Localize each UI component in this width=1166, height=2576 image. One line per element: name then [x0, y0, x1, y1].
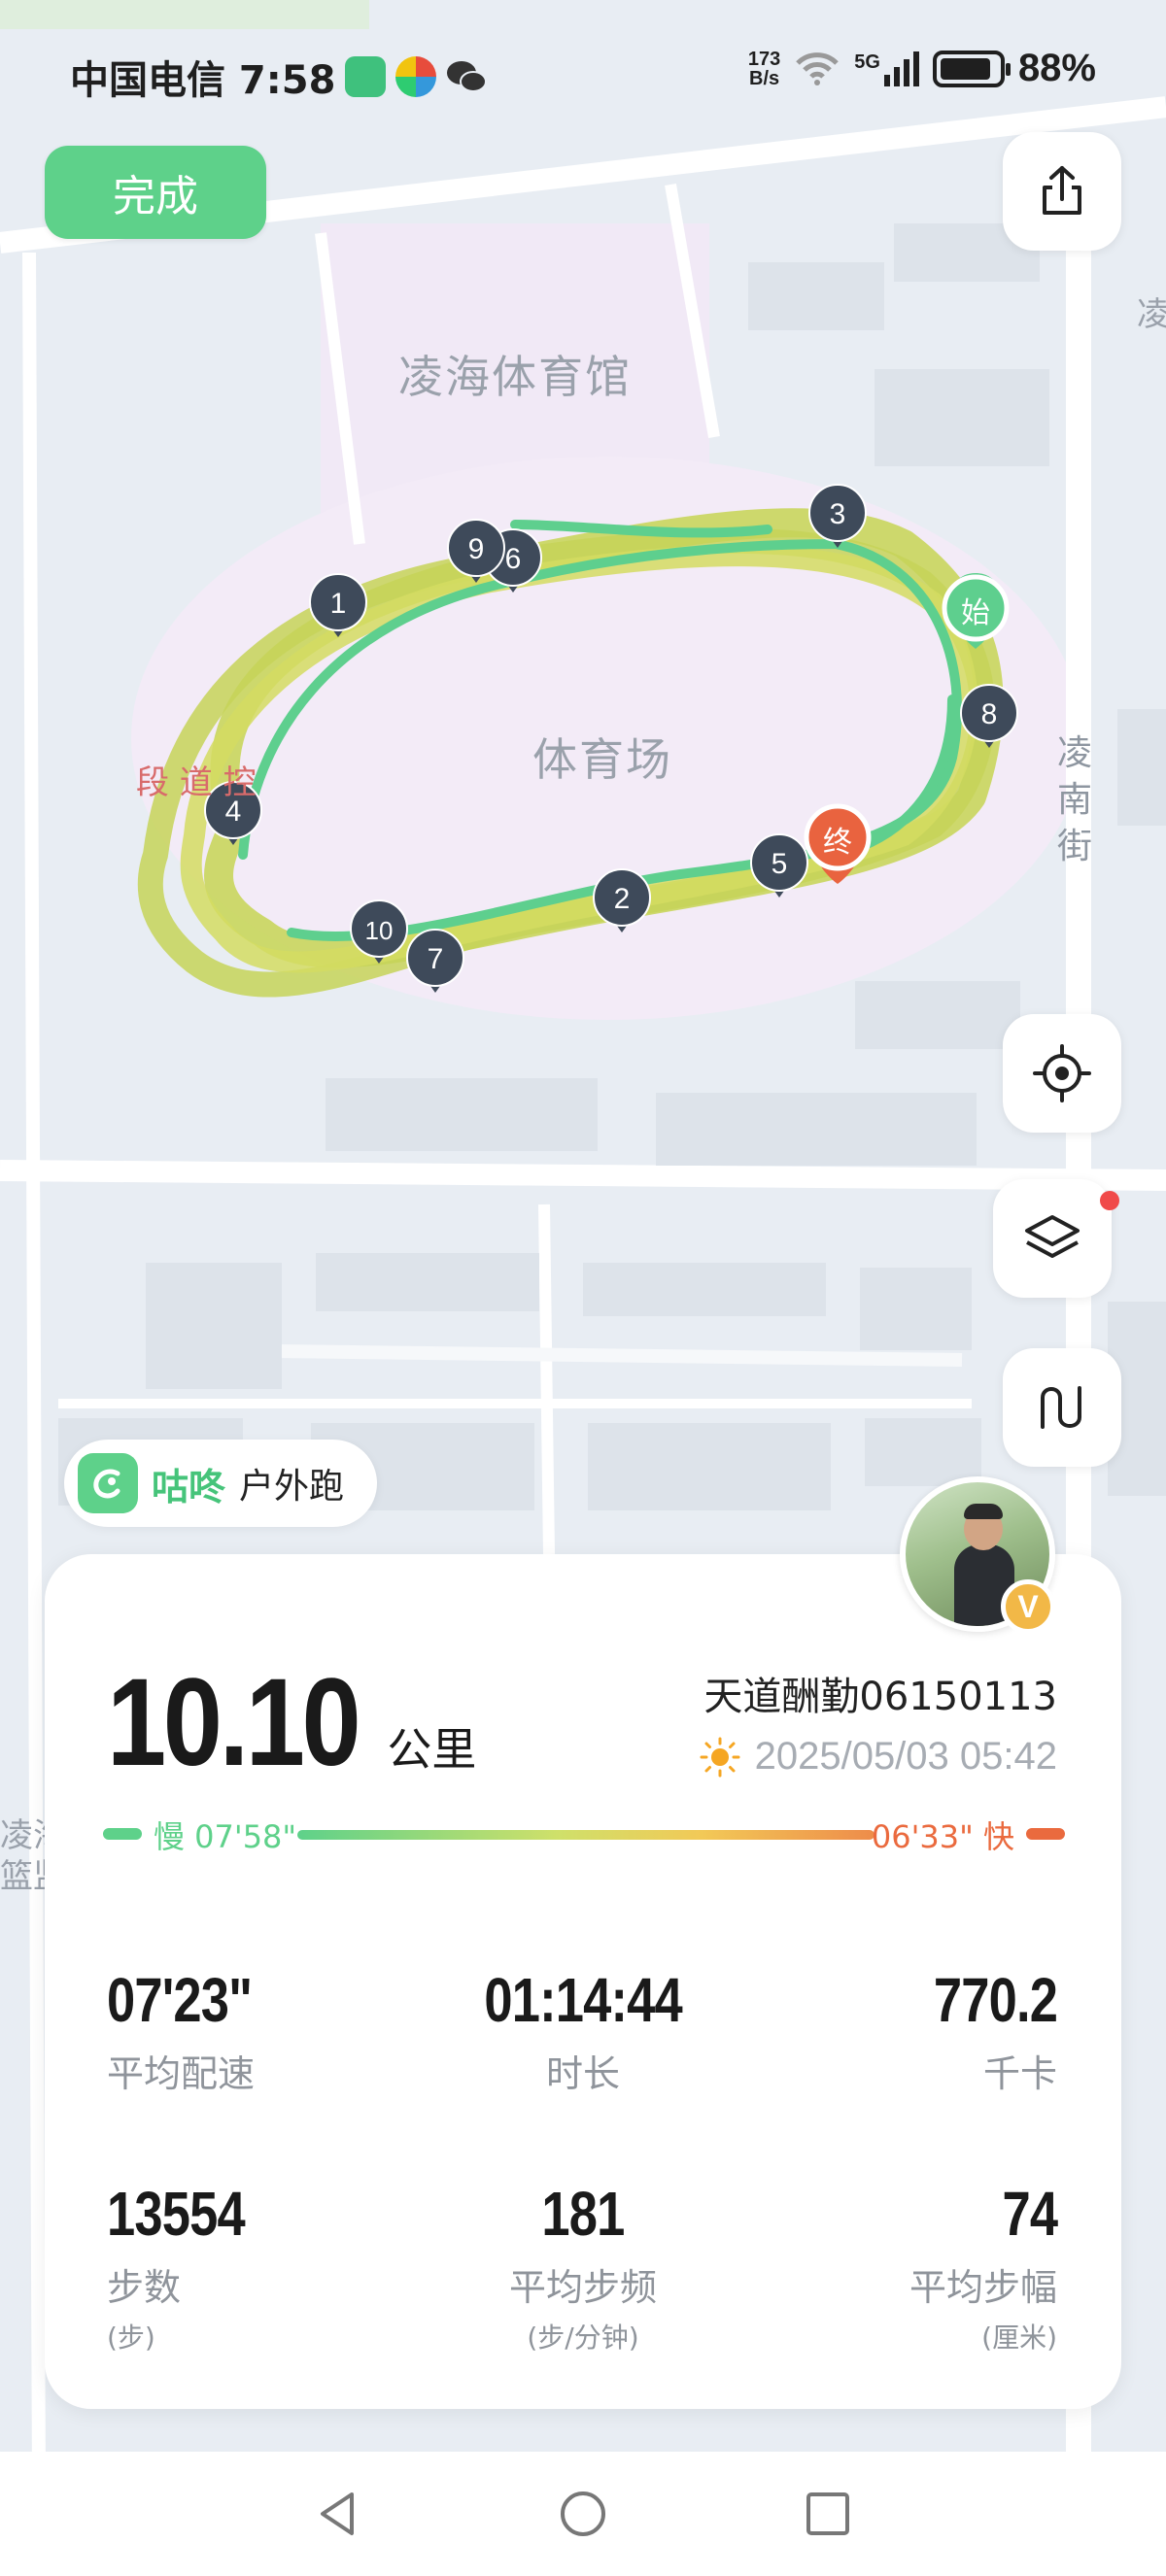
layers-button[interactable] [993, 1179, 1112, 1298]
browser-notification-icon [395, 56, 437, 97]
share-button[interactable] [1003, 132, 1121, 251]
stat-value: 07'23" [107, 1965, 253, 2035]
battery-percent: 88% [1017, 47, 1096, 89]
stat-value: 13554 [107, 2179, 246, 2249]
pace-legend: 慢 07'58" 06'33" 快 [103, 1813, 1065, 1855]
share-icon [1043, 166, 1081, 215]
stat-label: 时长 [545, 2052, 620, 2095]
map-label-segment: 段 道 控 [136, 763, 257, 802]
stat-value: 181 [541, 2179, 625, 2249]
app-notification-icon [345, 56, 387, 97]
wifi-icon [796, 51, 840, 85]
km-marker-label: 2 [614, 883, 631, 915]
stat-unit: (步/分钟) [527, 2322, 639, 2354]
recents-icon[interactable] [803, 2489, 853, 2539]
carrier-time: 中国电信 7:58 [70, 58, 336, 103]
net-speed: 173 B/s [748, 50, 780, 88]
layers-icon [1025, 1215, 1080, 1258]
route-icon [1041, 1386, 1081, 1429]
locate-icon [1033, 1044, 1091, 1102]
system-nav-bar [0, 2452, 1166, 2576]
username: 天道酬勤06150113 [703, 1675, 1057, 1719]
end-label: 终 [823, 826, 852, 860]
stat-value: 01:14:44 [484, 1965, 682, 2035]
pace-gradient-bar [297, 1830, 874, 1840]
stat-stride: 74 平均步幅 (厘米) [737, 2178, 1058, 2356]
home-icon[interactable] [558, 2489, 608, 2539]
net-speed-unit: B/s [749, 67, 780, 89]
pace-fast: 06'33" 快 [871, 1818, 1014, 1855]
app-brand: 咕咚 [152, 1465, 226, 1508]
stat-duration: 01:14:44 时长 [423, 1964, 743, 2097]
done-button[interactable]: 完成 [45, 146, 266, 239]
battery-icon [932, 50, 1011, 87]
status-bar: 中国电信 7:58 173 B/s 5G 88% [0, 39, 1166, 107]
wechat-icon [447, 61, 488, 92]
datetime-text: 2025/05/03 05:42 [754, 1735, 1057, 1778]
route-button[interactable] [1003, 1348, 1121, 1467]
activity-type: 户外跑 [239, 1467, 345, 1507]
status-left: 中国电信 7:58 [70, 49, 488, 105]
stat-value: 770.2 [933, 1965, 1058, 2035]
stat-value: 74 [1002, 2179, 1058, 2249]
cell-signal-icon: 5G [854, 51, 919, 86]
stat-unit: (步) [107, 2322, 155, 2354]
km-marker-label: 3 [830, 498, 846, 530]
km-marker-label: 5 [772, 848, 788, 880]
km-marker-label: 6 [505, 543, 522, 575]
stat-label: 平均步幅 [909, 2266, 1057, 2309]
km-marker-label: 7 [428, 943, 444, 975]
distance: 10.10 公里 [107, 1651, 476, 1794]
net-speed-value: 173 [747, 48, 781, 70]
stat-label: 步数 [107, 2266, 182, 2309]
start-label: 始 [961, 596, 990, 630]
map-label-edge-top: 凌 [1137, 295, 1166, 334]
stat-label: 平均配速 [107, 2052, 256, 2095]
map-label-stadium: 体育场 [532, 733, 672, 786]
km-marker-label: 10 [365, 916, 394, 945]
network-type: 5G [854, 51, 880, 73]
notification-dot [1100, 1191, 1119, 1210]
stat-avg-pace: 07'23" 平均配速 [107, 1964, 428, 2097]
sun-icon [700, 1737, 740, 1777]
stat-label: 千卡 [982, 2052, 1057, 2095]
distance-value: 10.10 [107, 1653, 361, 1792]
stat-cadence: 181 平均步频 (步/分钟) [423, 2178, 743, 2356]
stat-steps: 13554 步数 (步) [107, 2178, 428, 2356]
status-right: 173 B/s 5G 88% [748, 47, 1096, 90]
fast-cap [1026, 1828, 1065, 1840]
back-icon[interactable] [313, 2489, 363, 2539]
map-label-gym: 凌海体育馆 [398, 351, 632, 403]
slow-cap [103, 1828, 142, 1840]
stat-unit: (厘米) [981, 2322, 1057, 2354]
km-marker-label: 1 [330, 588, 347, 620]
app-badge: 咕咚 户外跑 [64, 1440, 378, 1527]
verified-badge: V [1001, 1579, 1055, 1634]
map-label-street: 凌南街 [1057, 733, 1095, 866]
stat-calories: 770.2 千卡 [737, 1964, 1058, 2097]
km-marker-label: 9 [468, 533, 485, 565]
distance-unit: 公里 [387, 1723, 477, 1776]
codoon-logo-icon [78, 1453, 138, 1513]
pace-slow: 慢 07'58" [154, 1818, 297, 1855]
activity-datetime: 2025/05/03 05:42 [699, 1735, 1057, 1779]
km-marker-label: 8 [981, 698, 998, 730]
stat-label: 平均步频 [508, 2266, 657, 2309]
locate-button[interactable] [1003, 1014, 1121, 1133]
